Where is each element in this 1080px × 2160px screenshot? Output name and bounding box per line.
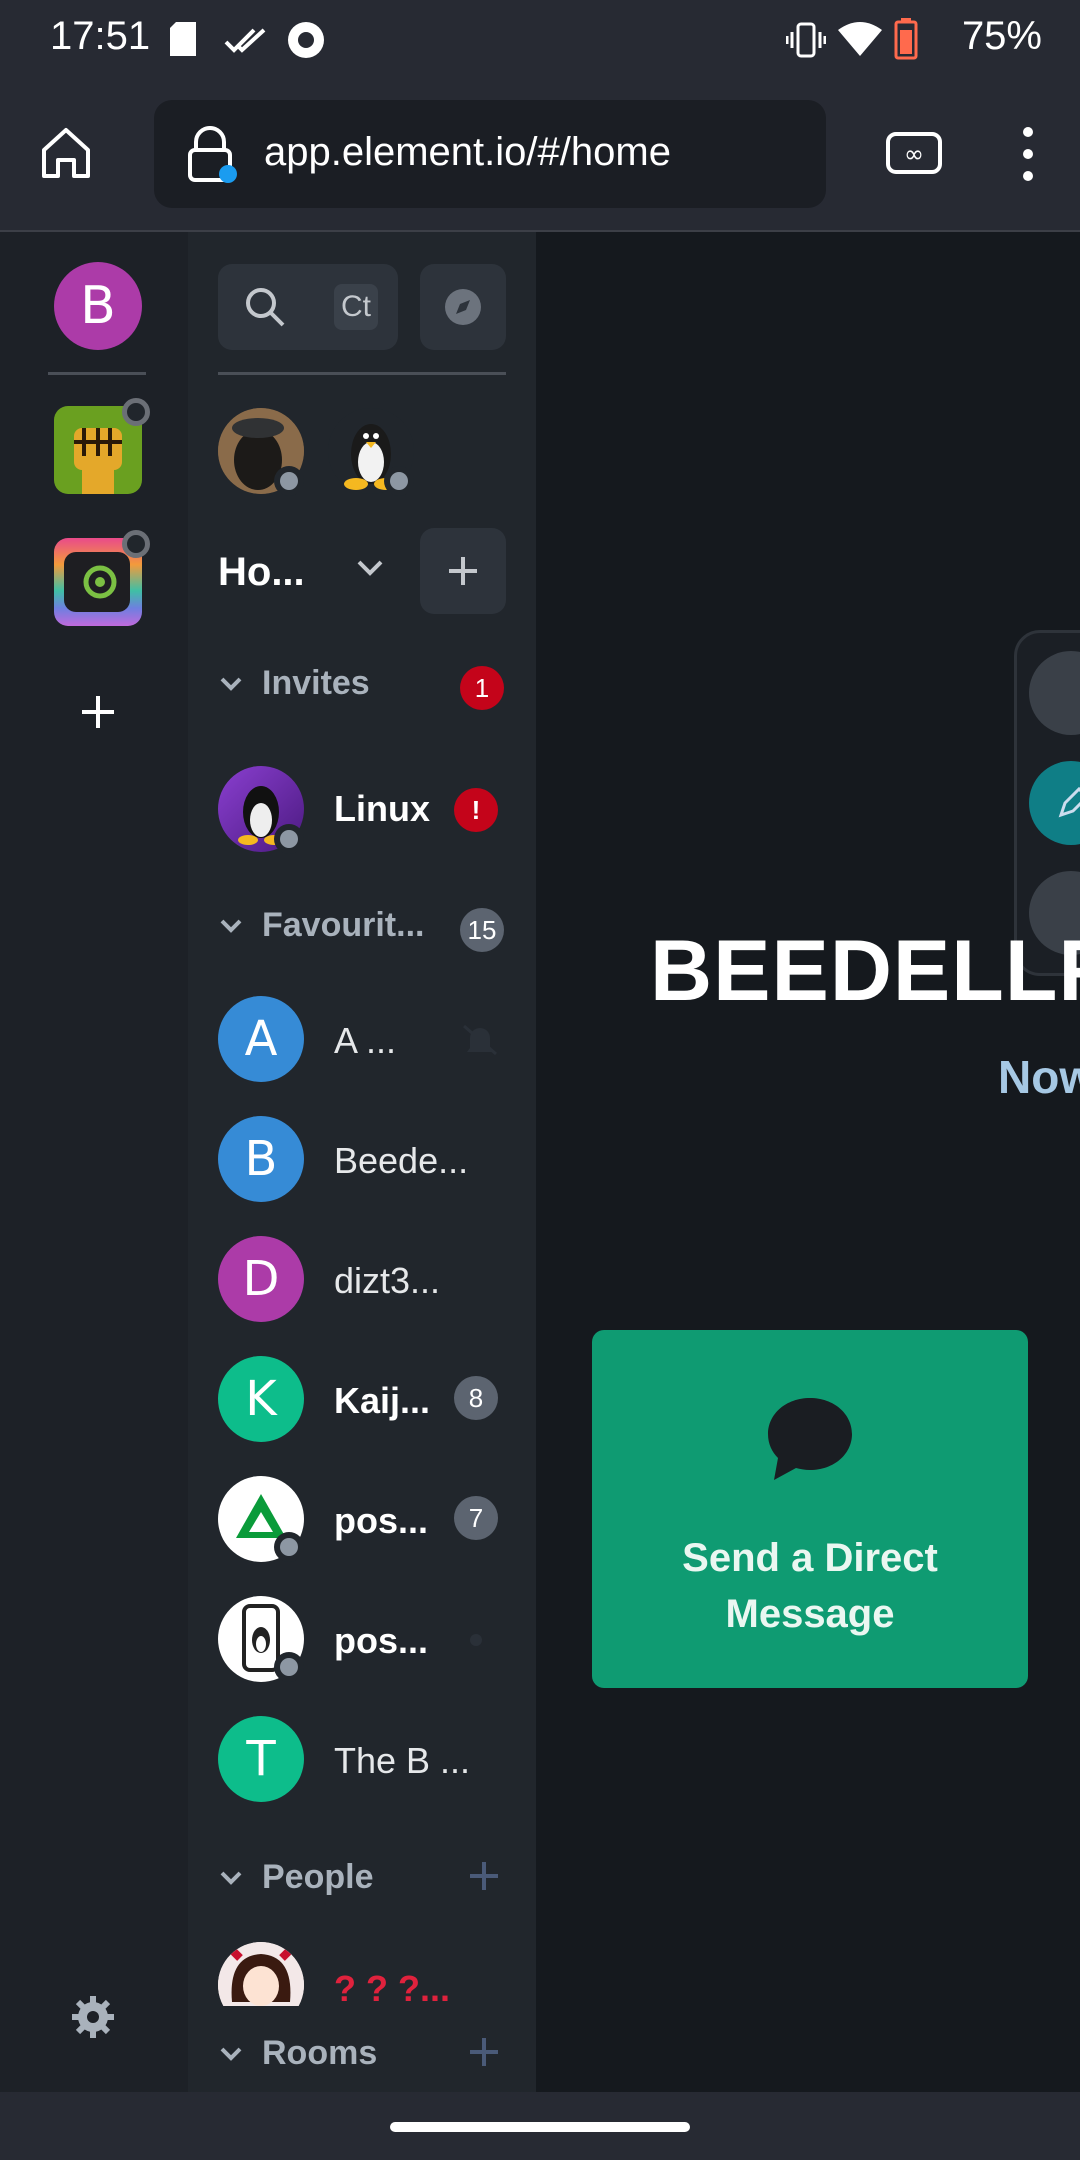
room-name: pos... [334,1620,429,1661]
settings-gear-icon[interactable] [72,1996,114,2038]
room-avatar: A [218,996,304,1082]
welcome-subheading[interactable]: Now [998,1050,1080,1104]
public-room-badge [384,466,414,496]
double-check-icon [224,28,266,53]
room-item[interactable]: pos... [188,1586,536,1696]
space-notification-dot [122,398,150,426]
search-shortcut-hint: Ct [334,284,378,330]
status-time: 17:51 [50,14,151,58]
url-text[interactable]: app.element.io/#/home [264,130,671,175]
add-space-icon[interactable] [80,694,116,730]
lock-icon[interactable] [186,126,238,184]
add-room-button[interactable] [420,528,506,614]
room-list-panel: Ct Ho... Invites 1 Linux ! Favourit... 1… [188,232,536,2092]
toolbar-button-1[interactable] [1029,651,1080,735]
sync-icon [288,22,324,58]
compass-icon [445,289,481,325]
public-room-badge [274,1652,304,1682]
section-people-title[interactable]: People [262,1858,373,1897]
collapse-chevron-icon[interactable] [220,676,242,692]
browser-toolbar: app.element.io/#/home ∞ [0,82,1080,232]
dm-name: ? ? ?... [334,1968,450,2009]
muted-bell-icon [463,1024,497,1056]
plus-icon [449,557,477,585]
unread-count-badge: 7 [454,1496,498,1540]
chat-bubble-icon [768,1398,852,1480]
public-room-badge [274,466,304,496]
space-sidebar: B [0,232,188,2092]
user-avatar[interactable]: B [54,262,142,350]
unread-count-badge: 8 [454,1376,498,1420]
search-icon [246,288,285,327]
invites-count-badge: 1 [460,666,504,710]
add-person-icon[interactable] [468,1860,500,1892]
home-page-main: BEEDELLR Now Send a Direct Message [536,232,1080,2092]
url-bar[interactable]: app.element.io/#/home [154,100,826,208]
toolbar-button-edit[interactable] [1029,761,1080,845]
home-icon[interactable] [38,124,94,180]
svg-text:∞: ∞ [904,140,924,168]
room-item[interactable]: B Beede... [188,1106,536,1216]
welcome-heading: BEEDELLR [650,923,1080,1019]
room-list-divider [218,372,506,375]
add-room-icon[interactable] [468,2036,500,2068]
room-avatar: K [218,1356,304,1442]
space-divider [48,372,146,375]
room-name: Beede... [334,1140,469,1181]
invite-alert-badge: ! [454,788,498,832]
collapse-chevron-icon[interactable] [220,2046,242,2062]
more-menu-icon[interactable] [1020,126,1036,182]
gesture-handle[interactable] [390,2122,690,2132]
room-search-button[interactable]: Ct [218,264,398,350]
public-room-badge [274,1532,304,1562]
section-favourites-title[interactable]: Favourit... [262,906,424,945]
room-avatar: D [218,1236,304,1322]
sd-card-icon [170,22,196,56]
room-avatar: B [218,1116,304,1202]
collapse-chevron-icon[interactable] [220,918,242,934]
favourites-count-badge: 15 [460,908,504,952]
explore-rooms-button[interactable] [420,264,506,350]
tabs-icon[interactable]: ∞ [884,128,944,178]
room-name: The B ... [334,1740,471,1781]
section-rooms-title[interactable]: Rooms [262,2034,377,2073]
room-item[interactable]: K Kaij... 8 [188,1346,536,1456]
send-dm-label: Send a Direct Message [682,1536,938,1636]
room-item[interactable]: A A ... [188,986,536,1096]
room-name: Kaij... [334,1380,431,1421]
pencil-icon [1058,787,1080,818]
room-name: dizt3... [334,1260,441,1301]
vibrate-icon [786,22,826,58]
send-dm-card[interactable]: Send a Direct Message [592,1330,1028,1688]
battery-percent: 75% [961,14,1042,58]
battery-icon [894,18,918,60]
collapse-chevron-icon[interactable] [220,1870,242,1886]
room-name: pos... [334,1500,429,1541]
room-item[interactable]: T The B ... [188,1706,536,1816]
status-bar: 17:51 75% [0,0,1080,82]
room-item-linux[interactable]: Linux ! [188,758,536,858]
public-room-badge [274,824,304,854]
home-title[interactable]: Ho... [218,550,305,595]
room-avatar: T [218,1716,304,1802]
room-item[interactable]: D dizt3... [188,1226,536,1336]
space-notification-dot [122,530,150,558]
room-name: Linux [334,788,430,829]
room-name: A ... [334,1020,397,1061]
wifi-icon [838,22,882,56]
chevron-down-icon[interactable] [356,558,384,578]
activity-dot [470,1634,482,1646]
system-nav-bar [0,2092,1080,2160]
section-invites-title[interactable]: Invites [262,664,370,703]
room-item[interactable]: pos... 7 [188,1466,536,1576]
